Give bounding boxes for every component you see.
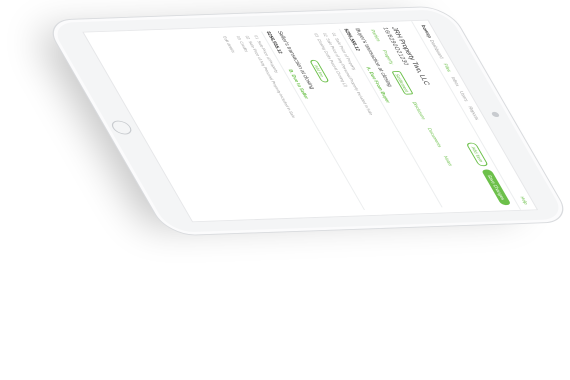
help-link[interactable]: Help	[519, 196, 529, 204]
edit-details-link[interactable]: Edit details	[222, 36, 236, 52]
tab-documents[interactable]: Documents	[423, 126, 445, 149]
tab-disclosure[interactable]: Disclosure	[408, 100, 429, 122]
line-number: 01	[330, 32, 338, 37]
camera-icon	[490, 111, 501, 118]
nav-item-users[interactable]: Users	[458, 91, 469, 101]
line-number: 03	[312, 33, 320, 38]
app-brand: bowsp	[420, 25, 433, 38]
tablet-screen: bowsp Dashboard Files Inbox Users Report…	[82, 19, 539, 223]
tab-notes[interactable]: Notes	[439, 154, 456, 168]
line-number: 02	[321, 32, 329, 37]
tablet-device: bowsp Dashboard Files Inbox Users Report…	[42, 5, 570, 237]
top-navigation-bar: bowsp Dashboard Files Inbox Users Report…	[411, 20, 537, 210]
line-number: 01	[252, 35, 260, 40]
add-line-button[interactable]: Add line	[308, 59, 330, 83]
tab-settlement[interactable]: Settlement	[391, 71, 414, 95]
line-number: 02	[244, 35, 251, 40]
nav-item-dashboard[interactable]: Dashboard	[429, 40, 445, 59]
home-button-icon[interactable]	[108, 120, 135, 135]
nav-item-reports[interactable]: Reports	[467, 106, 480, 120]
nav-item-files[interactable]: Files	[442, 64, 452, 72]
main-nav: Dashboard Files Inbox Users Reports	[429, 40, 481, 120]
nav-item-inbox[interactable]: Inbox	[450, 77, 461, 87]
scene: bowsp Dashboard Files Inbox Users Report…	[0, 0, 570, 380]
line-number: 03	[235, 35, 242, 40]
